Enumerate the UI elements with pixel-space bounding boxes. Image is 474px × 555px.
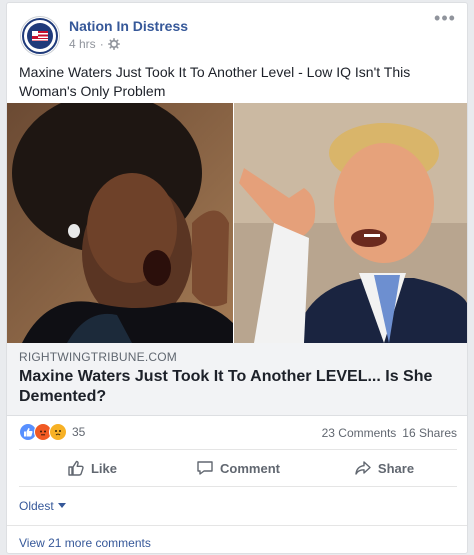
thumbs-up-icon xyxy=(68,460,84,476)
sort-label: Oldest xyxy=(19,499,54,513)
action-bar: Like Comment Share xyxy=(19,449,457,487)
seal-logo-icon xyxy=(22,18,58,54)
photo-left xyxy=(7,103,233,343)
share-icon xyxy=(355,461,371,475)
link-domain: RIGHTWINGTRIBUNE.COM xyxy=(19,350,177,364)
caret-down-icon xyxy=(57,503,66,508)
photo-right xyxy=(234,103,467,343)
reaction-count: 35 xyxy=(72,425,86,439)
page-name-link[interactable]: Nation In Distress xyxy=(69,18,188,34)
link-preview-image[interactable] xyxy=(7,103,467,343)
divider xyxy=(7,525,467,526)
share-button[interactable]: Share xyxy=(311,450,457,486)
reactions-summary[interactable]: 35 xyxy=(19,423,85,441)
comments-count-link[interactable]: 23 Comments xyxy=(322,426,397,440)
like-button[interactable]: Like xyxy=(19,450,165,486)
more-options-icon[interactable]: ••• xyxy=(433,9,457,31)
shares-count-link[interactable]: 16 Shares xyxy=(402,426,457,440)
sad-icon xyxy=(49,423,67,441)
post-meta: 4 hrs · xyxy=(69,37,120,51)
like-label: Like xyxy=(90,460,117,476)
gear-icon[interactable] xyxy=(107,38,120,50)
comment-button[interactable]: Comment xyxy=(165,450,311,486)
link-title[interactable]: Maxine Waters Just Took It To Another LE… xyxy=(19,367,449,407)
comment-icon xyxy=(197,461,213,475)
link-preview[interactable]: RIGHTWINGTRIBUNE.COM Maxine Waters Just … xyxy=(7,343,467,416)
page-avatar[interactable] xyxy=(20,16,60,56)
comment-sort-dropdown[interactable]: Oldest xyxy=(19,499,66,513)
comment-label: Comment xyxy=(220,460,280,476)
view-more-comments-link[interactable]: View 21 more comments xyxy=(19,536,151,550)
share-label: Share xyxy=(377,460,415,476)
post-time[interactable]: 4 hrs xyxy=(69,37,96,51)
post-card: Nation In Distress 4 hrs · ••• Maxine Wa… xyxy=(6,2,468,554)
post-text: Maxine Waters Just Took It To Another Le… xyxy=(19,64,411,99)
post-header: Nation In Distress 4 hrs · ••• xyxy=(17,9,457,57)
meta-separator: · xyxy=(99,37,104,51)
post-stats: 35 23 Comments 16 Shares xyxy=(19,421,457,441)
